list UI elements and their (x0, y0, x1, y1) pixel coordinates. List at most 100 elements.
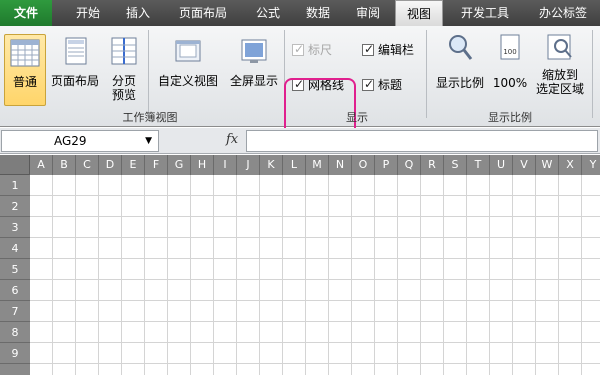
column-header[interactable]: I (214, 155, 237, 175)
column-header[interactable]: M (306, 155, 329, 175)
tab-office-tab[interactable]: 办公标签 (526, 0, 600, 26)
row-header[interactable]: 5 (0, 259, 30, 280)
tab-page-layout[interactable]: 页面布局 (168, 0, 238, 26)
group-separator (426, 30, 427, 118)
zoom-to-selection-button[interactable]: 缩放到 选定区域 (530, 32, 590, 106)
tab-data[interactable]: 数据 (296, 0, 340, 26)
page-break-preview-button[interactable]: 分页 预览 (104, 36, 144, 106)
group-label-zoom: 显示比例 (488, 111, 532, 124)
zoom-to-selection-icon (547, 34, 572, 60)
name-box[interactable]: AG29 ▼ (1, 130, 159, 152)
page-break-preview-icon (111, 37, 137, 65)
headings-checkbox[interactable]: ✓ 标题 (362, 77, 402, 93)
ruler-label: 标尺 (308, 43, 333, 57)
column-header[interactable]: A (30, 155, 53, 175)
row-header[interactable]: 6 (0, 280, 30, 301)
column-header[interactable]: D (99, 155, 122, 175)
svg-text:100: 100 (503, 48, 516, 56)
row-header[interactable]: 3 (0, 217, 30, 238)
page-break-label-2: 预览 (111, 88, 136, 102)
column-header[interactable]: C (76, 155, 99, 175)
page-layout-view-button[interactable]: 页面布局 (48, 36, 102, 106)
column-header[interactable]: J (237, 155, 260, 175)
headings-label: 标题 (378, 78, 403, 92)
column-header[interactable]: V (513, 155, 536, 175)
ribbon-tab-bar: 文件 开始 插入 页面布局 公式 数据 审阅 视图 开发工具 办公标签 (0, 0, 600, 27)
column-header[interactable]: R (421, 155, 444, 175)
page-break-label-1: 分页 (111, 74, 136, 88)
ruler-checkbox[interactable]: ✓ 标尺 (292, 42, 332, 58)
column-header[interactable]: G (168, 155, 191, 175)
column-header[interactable]: K (260, 155, 283, 175)
row-header[interactable]: 9 (0, 343, 30, 364)
tab-developer[interactable]: 开发工具 (448, 0, 522, 26)
formula-buttons: fx (164, 130, 244, 152)
insert-function-icon[interactable]: fx (226, 132, 238, 147)
column-header[interactable]: B (53, 155, 76, 175)
formula-bar-checkbox[interactable]: ✓ 编辑栏 (362, 42, 414, 58)
zoom-100-button[interactable]: 100 100% (490, 32, 530, 106)
magnifier-icon (449, 35, 473, 60)
column-header[interactable]: P (375, 155, 398, 175)
column-header[interactable]: L (283, 155, 306, 175)
full-screen-icon (241, 39, 267, 63)
tab-insert[interactable]: 插入 (116, 0, 160, 26)
zoom-button[interactable]: 显示比例 (430, 32, 490, 106)
column-header[interactable]: F (145, 155, 168, 175)
column-header[interactable]: H (191, 155, 214, 175)
zoom-100-label: 100% (492, 76, 528, 90)
group-separator (592, 30, 593, 118)
full-screen-label: 全屏显示 (229, 74, 278, 88)
row-header[interactable]: 2 (0, 196, 30, 217)
row-header[interactable]: 4 (0, 238, 30, 259)
column-header[interactable]: E (122, 155, 145, 175)
full-screen-button[interactable]: 全屏显示 (226, 36, 282, 106)
chevron-down-icon[interactable]: ▼ (145, 131, 152, 151)
tab-file[interactable]: 文件 (0, 0, 52, 26)
headings-checkbox-box[interactable]: ✓ (362, 77, 374, 91)
custom-views-button[interactable]: 自定义视图 (152, 36, 224, 106)
column-header[interactable]: N (329, 155, 352, 175)
row-header[interactable]: 8 (0, 322, 30, 343)
cell-area[interactable] (30, 175, 600, 375)
tab-view[interactable]: 视图 (395, 0, 443, 27)
custom-views-icon (175, 40, 201, 62)
zoom-to-selection-label-1: 缩放到 (541, 68, 578, 82)
normal-view-label: 普通 (12, 75, 37, 89)
zoom-to-selection-label-2: 选定区域 (535, 82, 584, 96)
row-header[interactable]: 1 (0, 175, 30, 196)
column-header[interactable]: W (536, 155, 559, 175)
formula-input[interactable] (246, 130, 598, 152)
column-header[interactable]: Q (398, 155, 421, 175)
group-label-show: 显示 (346, 111, 368, 124)
ribbon-view: 普通 页面布局 分页 预览 自定义视图 全屏显示 工作簿视图 ✓ 标尺 ✓ 编辑… (0, 26, 600, 142)
custom-views-label: 自定义视图 (157, 74, 218, 88)
row-headers: 123456789 (0, 175, 30, 375)
row-header[interactable]: 7 (0, 301, 30, 322)
column-header[interactable]: T (467, 155, 490, 175)
column-header[interactable]: U (490, 155, 513, 175)
ruler-checkbox-box[interactable]: ✓ (292, 42, 304, 56)
column-header[interactable]: S (444, 155, 467, 175)
zoom-100-icon: 100 (500, 34, 520, 60)
column-header[interactable]: X (559, 155, 582, 175)
normal-view-button[interactable]: 普通 (4, 34, 46, 106)
normal-view-icon (10, 39, 40, 67)
name-box-value: AG29 (54, 134, 87, 148)
worksheet-grid: ABCDEFGHIJKLMNOPQRSTUVWXYZ 123456789 (0, 155, 600, 375)
zoom-label: 显示比例 (435, 76, 484, 90)
column-headers: ABCDEFGHIJKLMNOPQRSTUVWXYZ (30, 155, 600, 175)
group-separator (148, 30, 149, 118)
tab-home[interactable]: 开始 (66, 0, 110, 26)
formula-bar-checkbox-box[interactable]: ✓ (362, 42, 374, 56)
tab-review[interactable]: 审阅 (346, 0, 390, 26)
select-all-corner[interactable] (0, 155, 30, 175)
column-header[interactable]: O (352, 155, 375, 175)
column-header[interactable]: Y (582, 155, 600, 175)
tab-formulas[interactable]: 公式 (246, 0, 290, 26)
page-layout-view-icon (65, 37, 87, 65)
formula-bar: AG29 ▼ fx (0, 128, 600, 154)
formula-bar-label: 编辑栏 (378, 43, 415, 57)
page-layout-view-label: 页面布局 (50, 74, 99, 88)
group-label-workbook-views: 工作簿视图 (122, 111, 178, 124)
